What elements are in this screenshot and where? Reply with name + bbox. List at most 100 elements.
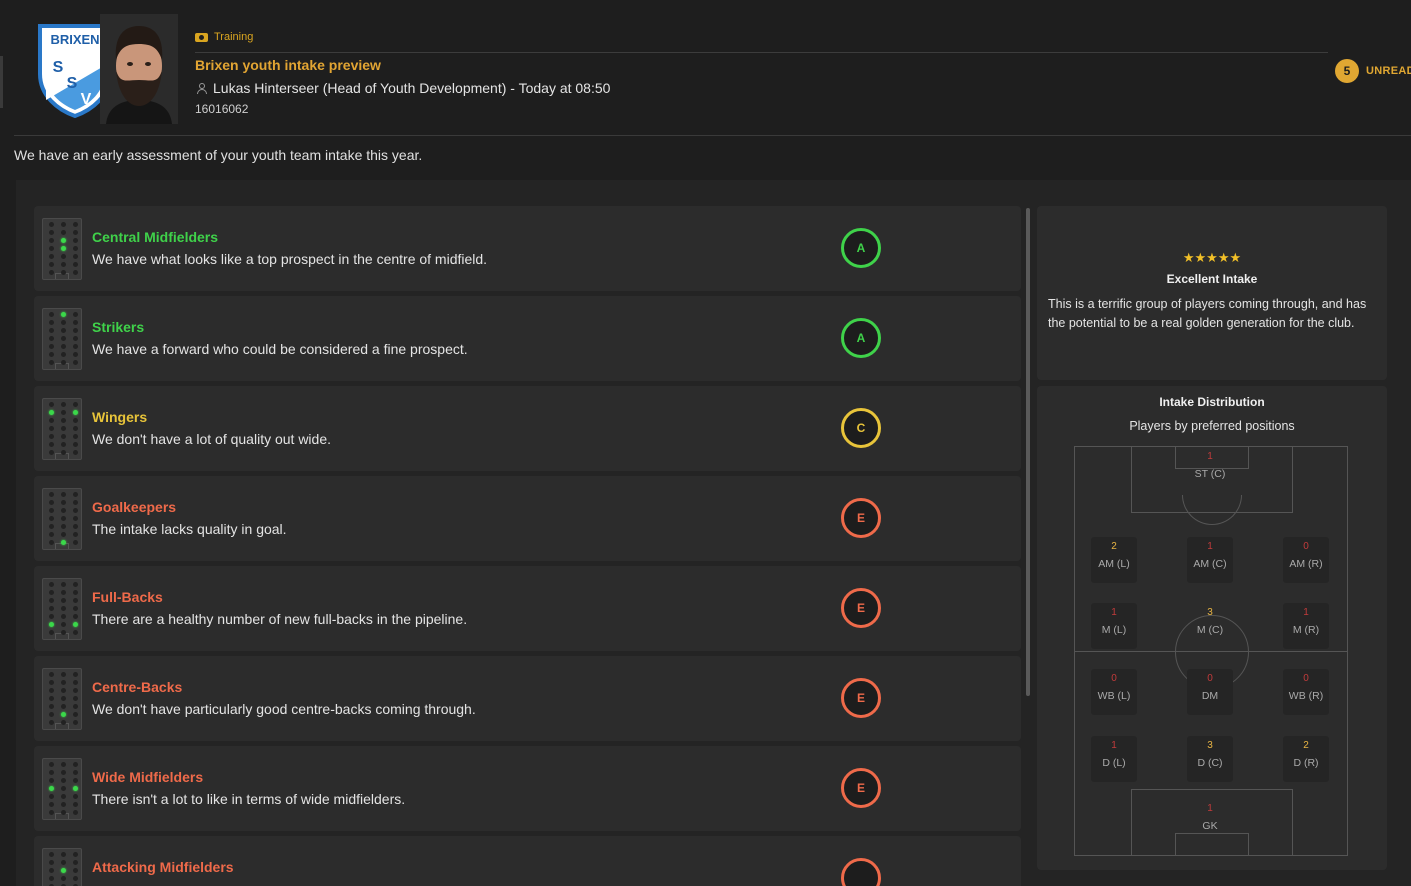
assessment-title[interactable]: Wide Midfielders bbox=[92, 769, 203, 785]
formation-dot bbox=[73, 794, 78, 799]
formation-dot bbox=[49, 540, 54, 545]
formation-dot bbox=[49, 762, 54, 767]
formation-dot bbox=[49, 410, 54, 415]
formation-dot bbox=[73, 532, 78, 537]
position-count: 3 bbox=[1207, 740, 1213, 751]
position-slot[interactable]: 1 AM (C) bbox=[1187, 537, 1233, 583]
category-label: Training bbox=[214, 31, 254, 43]
position-slot[interactable]: 0 WB (L) bbox=[1091, 669, 1137, 715]
position-slot[interactable]: 2 AM (L) bbox=[1091, 537, 1137, 583]
scrollbar[interactable] bbox=[1026, 208, 1030, 696]
position-slot[interactable]: 0 WB (R) bbox=[1283, 669, 1329, 715]
formation-dot bbox=[49, 688, 54, 693]
position-count: 0 bbox=[1111, 673, 1117, 684]
message-title: Brixen youth intake preview bbox=[195, 57, 381, 73]
position-count: 2 bbox=[1303, 740, 1309, 751]
formation-dot bbox=[49, 680, 54, 685]
formation-dot bbox=[73, 418, 78, 423]
formation-dot bbox=[61, 230, 66, 235]
formation-dot bbox=[61, 450, 66, 455]
position-slot[interactable]: 3 D (C) bbox=[1187, 736, 1233, 782]
formation-dot bbox=[73, 696, 78, 701]
position-count: 1 bbox=[1207, 451, 1213, 462]
formation-dot bbox=[61, 352, 66, 357]
formation-dot bbox=[61, 516, 66, 521]
position-slot[interactable]: 1 M (R) bbox=[1283, 603, 1329, 649]
sender-line[interactable]: Lukas Hinterseer (Head of Youth Developm… bbox=[197, 80, 610, 96]
assessment-title[interactable]: Central Midfielders bbox=[92, 229, 218, 245]
assessment-card[interactable]: Attacking Midfielders bbox=[34, 836, 1021, 886]
formation-dot bbox=[49, 696, 54, 701]
formation-icon bbox=[42, 488, 82, 550]
assessment-card[interactable]: Wide Midfielders There isn't a lot to lik… bbox=[34, 746, 1021, 831]
position-label: D (R) bbox=[1293, 757, 1319, 769]
formation-dot bbox=[73, 328, 78, 333]
formation-dot bbox=[61, 590, 66, 595]
formation-dot bbox=[61, 696, 66, 701]
formation-dot bbox=[49, 238, 54, 243]
formation-dot bbox=[73, 442, 78, 447]
assessment-title[interactable]: Attacking Midfielders bbox=[92, 859, 234, 875]
assessment-title[interactable]: Strikers bbox=[92, 319, 144, 335]
position-slot[interactable]: 3 M (C) bbox=[1187, 603, 1233, 649]
formation-dot bbox=[61, 786, 66, 791]
formation-dot bbox=[61, 720, 66, 725]
formation-icon bbox=[42, 758, 82, 820]
formation-dot bbox=[49, 344, 54, 349]
formation-dot bbox=[49, 336, 54, 341]
formation-dot bbox=[73, 852, 78, 857]
assessment-card[interactable]: Strikers We have a forward who could be c… bbox=[34, 296, 1021, 381]
assessment-title[interactable]: Centre-Backs bbox=[92, 679, 182, 695]
formation-dot bbox=[73, 426, 78, 431]
penalty-arc-top bbox=[1182, 495, 1242, 525]
formation-dot bbox=[61, 410, 66, 415]
assessment-card[interactable]: Full-Backs There are a healthy number of … bbox=[34, 566, 1021, 651]
formation-dot bbox=[49, 500, 54, 505]
position-slot[interactable]: 0 AM (R) bbox=[1283, 537, 1329, 583]
formation-dot bbox=[73, 720, 78, 725]
formation-dot bbox=[73, 320, 78, 325]
formation-dot bbox=[49, 254, 54, 259]
sender-text[interactable]: Lukas Hinterseer (Head of Youth Developm… bbox=[213, 80, 610, 96]
assessment-card[interactable]: Centre-Backs We don't have particularly g… bbox=[34, 656, 1021, 741]
formation-dot bbox=[73, 238, 78, 243]
formation-dot bbox=[49, 262, 54, 267]
position-slot[interactable]: 1 M (L) bbox=[1091, 603, 1137, 649]
formation-dot bbox=[49, 598, 54, 603]
formation-dot bbox=[61, 582, 66, 587]
formation-dot bbox=[49, 270, 54, 275]
assessment-card[interactable]: Goalkeepers The intake lacks quality in g… bbox=[34, 476, 1021, 561]
position-slot[interactable]: 0 DM bbox=[1187, 669, 1233, 715]
position-label: GK bbox=[1202, 820, 1218, 832]
formation-dot bbox=[49, 794, 54, 799]
formation-dot bbox=[61, 500, 66, 505]
formation-dot bbox=[49, 876, 54, 881]
formation-dot bbox=[49, 622, 54, 627]
formation-dot bbox=[49, 860, 54, 865]
formation-dot bbox=[61, 876, 66, 881]
formation-dot bbox=[49, 508, 54, 513]
assessment-card[interactable]: Wingers We don't have a lot of quality ou… bbox=[34, 386, 1021, 471]
pitch-diagram: 1 ST (C) 2 AM (L) 1 AM (C) 0 AM (R) 1 M (L) 3 M (C)… bbox=[1074, 446, 1348, 856]
formation-dot bbox=[73, 704, 78, 709]
assessment-card[interactable]: Central Midfielders We have what looks li… bbox=[34, 206, 1021, 291]
formation-dot bbox=[49, 802, 54, 807]
assessment-title[interactable]: Goalkeepers bbox=[92, 499, 176, 515]
formation-dot bbox=[61, 426, 66, 431]
assessment-list[interactable]: Central Midfielders We have what looks li… bbox=[34, 206, 1021, 886]
formation-dot bbox=[73, 778, 78, 783]
assessment-title[interactable]: Wingers bbox=[92, 409, 147, 425]
position-count: 0 bbox=[1207, 673, 1213, 684]
assessment-title[interactable]: Full-Backs bbox=[92, 589, 163, 605]
position-slot[interactable]: 1 ST (C) bbox=[1187, 447, 1233, 493]
position-slot[interactable]: 1 GK bbox=[1187, 799, 1233, 845]
formation-dot bbox=[73, 500, 78, 505]
position-label: ST (C) bbox=[1194, 468, 1226, 480]
formation-dot bbox=[49, 590, 54, 595]
intake-distribution-card: Intake Distribution Players by preferred… bbox=[1037, 386, 1387, 870]
assessment-description: We have what looks like a top prospect i… bbox=[92, 251, 488, 267]
position-slot[interactable]: 2 D (R) bbox=[1283, 736, 1329, 782]
star-rating: ★★★★★ bbox=[1182, 250, 1242, 265]
unread-indicator[interactable]: 5 UNREAD bbox=[1335, 59, 1411, 83]
position-slot[interactable]: 1 D (L) bbox=[1091, 736, 1137, 782]
